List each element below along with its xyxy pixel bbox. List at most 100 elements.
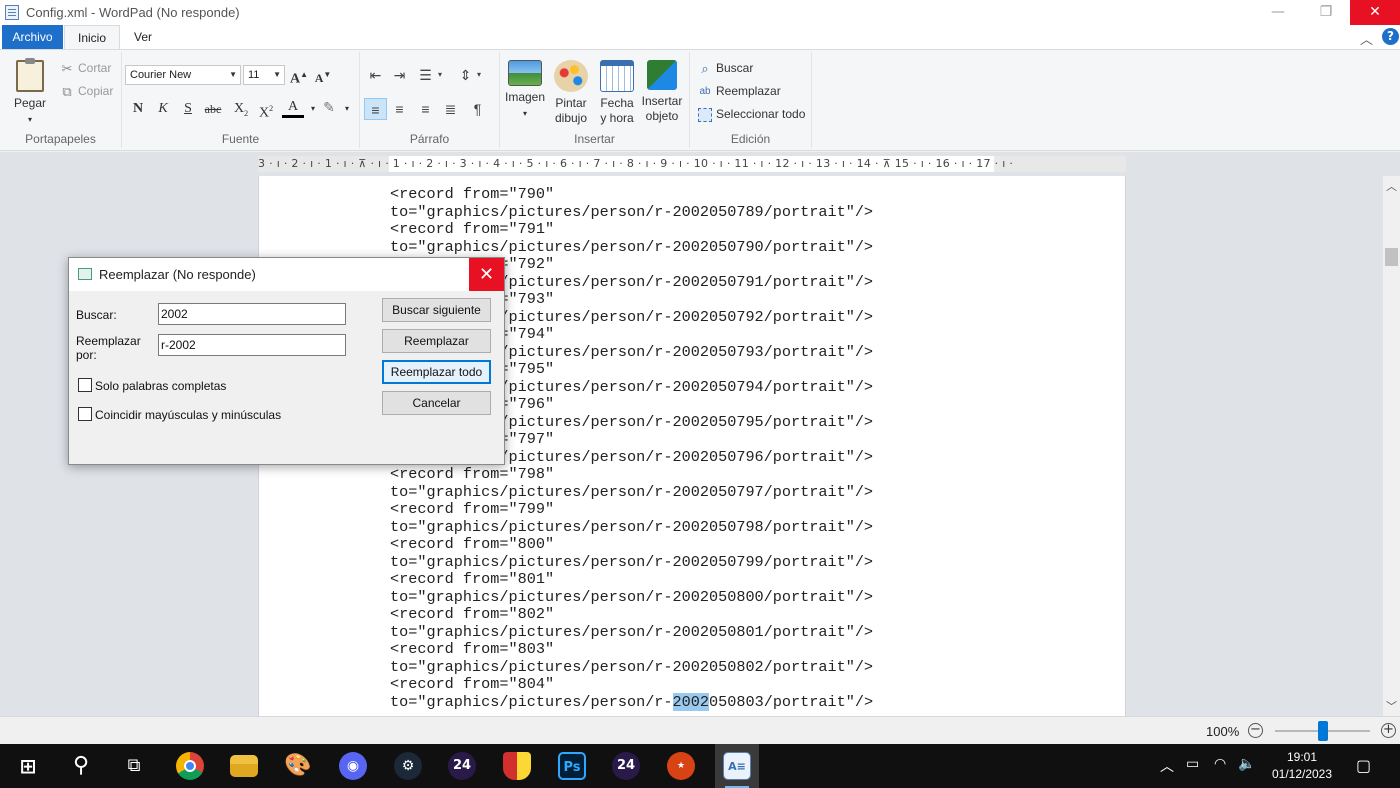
chrome-icon[interactable] [176, 752, 204, 780]
tab-archivo[interactable]: Archivo [2, 25, 63, 49]
replace-button[interactable]: ab Reemplazar [698, 81, 780, 101]
align-right-icon[interactable]: ≡ [414, 98, 437, 120]
paint-app-icon[interactable]: 🎨 [284, 752, 312, 780]
ruler[interactable]: 3 · ı · 2 · ı · 1 · ı · ⊼ · ı · 1 · ı · … [258, 156, 1126, 172]
paint-label-2: dibujo [554, 111, 588, 125]
zoom-slider-thumb[interactable] [1318, 721, 1328, 741]
paragraph-icon[interactable]: ¶ [466, 98, 489, 120]
font-size-select[interactable]: 11 ▼ [243, 65, 285, 85]
minimize-button[interactable]: — [1254, 0, 1302, 25]
find-button[interactable]: ⌕ Buscar [698, 58, 753, 78]
match-case-label[interactable]: Coincidir mayúsculas y minúsculas [95, 408, 281, 422]
image-icon [508, 60, 542, 86]
paste-button[interactable]: Pegar ▾ [12, 58, 48, 127]
cancel-button[interactable]: Cancelar [382, 391, 491, 415]
find-what-input[interactable]: 2002 [158, 303, 346, 325]
ruler-bar: 3 · ı · 2 · ı · 1 · ı · ⊼ · ı · 1 · ı · … [0, 152, 1400, 176]
replace-with-label-1: Reemplazar [76, 334, 141, 348]
select-all-icon [698, 107, 712, 122]
copy-label: Copiar [78, 84, 114, 98]
window-title: Config.xml - WordPad (No responde) [26, 5, 240, 20]
font-family-value: Courier New [130, 69, 192, 81]
palette-icon [554, 60, 588, 92]
file-explorer-icon[interactable] [230, 755, 258, 777]
superscript-button[interactable]: X2 [255, 98, 277, 121]
subscript-button[interactable]: X2 [230, 98, 252, 120]
italic-button[interactable]: K [152, 98, 174, 120]
windows-start-icon[interactable]: ⊞ [14, 752, 42, 780]
dialog-title-bar: Reemplazar (No responde) ✕ [69, 258, 504, 291]
select-all-button[interactable]: Seleccionar todo [698, 104, 805, 124]
zoom-level: 100% [1206, 724, 1240, 739]
zoom-in-icon[interactable]: + [1381, 723, 1396, 738]
replace-dialog: Reemplazar (No responde) ✕ Buscar: 2002 … [68, 257, 505, 465]
increase-indent-icon[interactable]: ⇥ [388, 64, 411, 86]
justify-icon[interactable]: ≣ [439, 98, 462, 120]
task-view-icon[interactable]: ⧉ [120, 752, 148, 780]
paint-drawing-button[interactable]: Pintar dibujo [550, 60, 592, 126]
find-next-button[interactable]: Buscar siguiente [382, 298, 491, 322]
replace-icon: ab [699, 85, 711, 97]
bold-button[interactable]: N [127, 98, 149, 120]
font-color-button[interactable]: A [282, 98, 304, 118]
copy-button[interactable]: ⧉ Copiar [60, 81, 113, 101]
group-edicion: ⌕ Buscar ab Reemplazar Seleccionar todo Ed… [690, 52, 812, 148]
replace-all-button[interactable]: Reemplazar todo [382, 360, 491, 384]
tab-inicio[interactable]: Inicio [64, 25, 120, 49]
search-icon[interactable]: ⚲ [67, 752, 95, 780]
underline-button[interactable]: S [177, 98, 199, 120]
vertical-scrollbar[interactable]: ︿ ﹀ [1383, 176, 1400, 716]
chevron-down-icon[interactable]: ▾ [473, 64, 485, 86]
chevron-down-icon: ▾ [27, 115, 32, 124]
game-badge-icon[interactable]: ★ [667, 752, 695, 780]
fifa-24-icon[interactable]: 24 [448, 752, 476, 780]
status-bar: 100% − + [0, 716, 1400, 744]
clock[interactable]: 19:01 01/12/2023 [1262, 749, 1342, 783]
group-label-fuente: Fuente [221, 132, 260, 146]
chevron-down-icon: ▼ [273, 70, 281, 79]
shrink-font-button[interactable]: A▼ [312, 64, 334, 86]
fc-24-icon[interactable]: 24 [612, 752, 640, 780]
battery-icon[interactable]: ▭ [1186, 756, 1199, 772]
replace-one-button[interactable]: Reemplazar [382, 329, 491, 353]
whole-words-checkbox[interactable] [78, 378, 92, 392]
whole-words-label[interactable]: Solo palabras completas [95, 379, 226, 393]
chevron-down-icon[interactable]: ▾ [336, 98, 358, 120]
align-left-icon[interactable]: ≡ [364, 98, 387, 120]
find-what-label: Buscar: [76, 308, 117, 322]
align-center-icon[interactable]: ≡ [388, 98, 411, 120]
paste-label: Pegar [13, 96, 47, 110]
notification-icon[interactable]: ▢ [1356, 756, 1371, 775]
chevron-up-icon[interactable]: ︿ [1360, 29, 1373, 48]
scroll-thumb[interactable] [1385, 248, 1398, 266]
insert-image-button[interactable]: Imagen ▾ [504, 60, 546, 121]
cut-button[interactable]: ✂ Cortar [60, 58, 112, 78]
maximize-button[interactable]: ❐ [1302, 0, 1350, 25]
help-icon[interactable]: ? [1382, 28, 1399, 45]
match-case-checkbox[interactable] [78, 407, 92, 421]
date-time-button[interactable]: Fecha y hora [596, 60, 638, 126]
font-family-select[interactable]: Courier New ▼ [125, 65, 241, 85]
replace-with-input[interactable]: r-2002 [158, 334, 346, 356]
wifi-icon[interactable]: ◠ [1214, 756, 1226, 772]
dialog-close-button[interactable]: ✕ [469, 258, 504, 291]
discord-icon[interactable]: ◉ [339, 752, 367, 780]
wordpad-icon[interactable]: A≡ [723, 752, 751, 780]
chevron-up-icon[interactable]: ︿ [1160, 756, 1174, 776]
grow-font-button[interactable]: A▲ [288, 64, 310, 87]
photoshop-icon[interactable]: Ps [558, 752, 586, 780]
chevron-down-icon[interactable]: ▾ [434, 64, 446, 86]
scroll-up-icon[interactable]: ︿ [1386, 178, 1397, 194]
close-button[interactable]: ✕ [1350, 0, 1400, 25]
decrease-indent-icon[interactable]: ⇤ [364, 64, 387, 86]
tab-ver[interactable]: Ver [124, 25, 162, 49]
steam-icon[interactable]: ⚙ [394, 752, 422, 780]
scroll-down-icon[interactable]: ﹀ [1386, 698, 1397, 714]
zoom-out-icon[interactable]: − [1248, 723, 1263, 738]
strikethrough-button[interactable]: abc [202, 98, 224, 120]
game-shield-icon[interactable] [503, 752, 531, 780]
volume-icon[interactable]: 🔈 [1238, 756, 1255, 772]
insert-object-button[interactable]: Insertar objeto [640, 60, 684, 124]
wordpad-app-icon[interactable] [5, 5, 19, 20]
font-size-value: 11 [248, 69, 260, 81]
